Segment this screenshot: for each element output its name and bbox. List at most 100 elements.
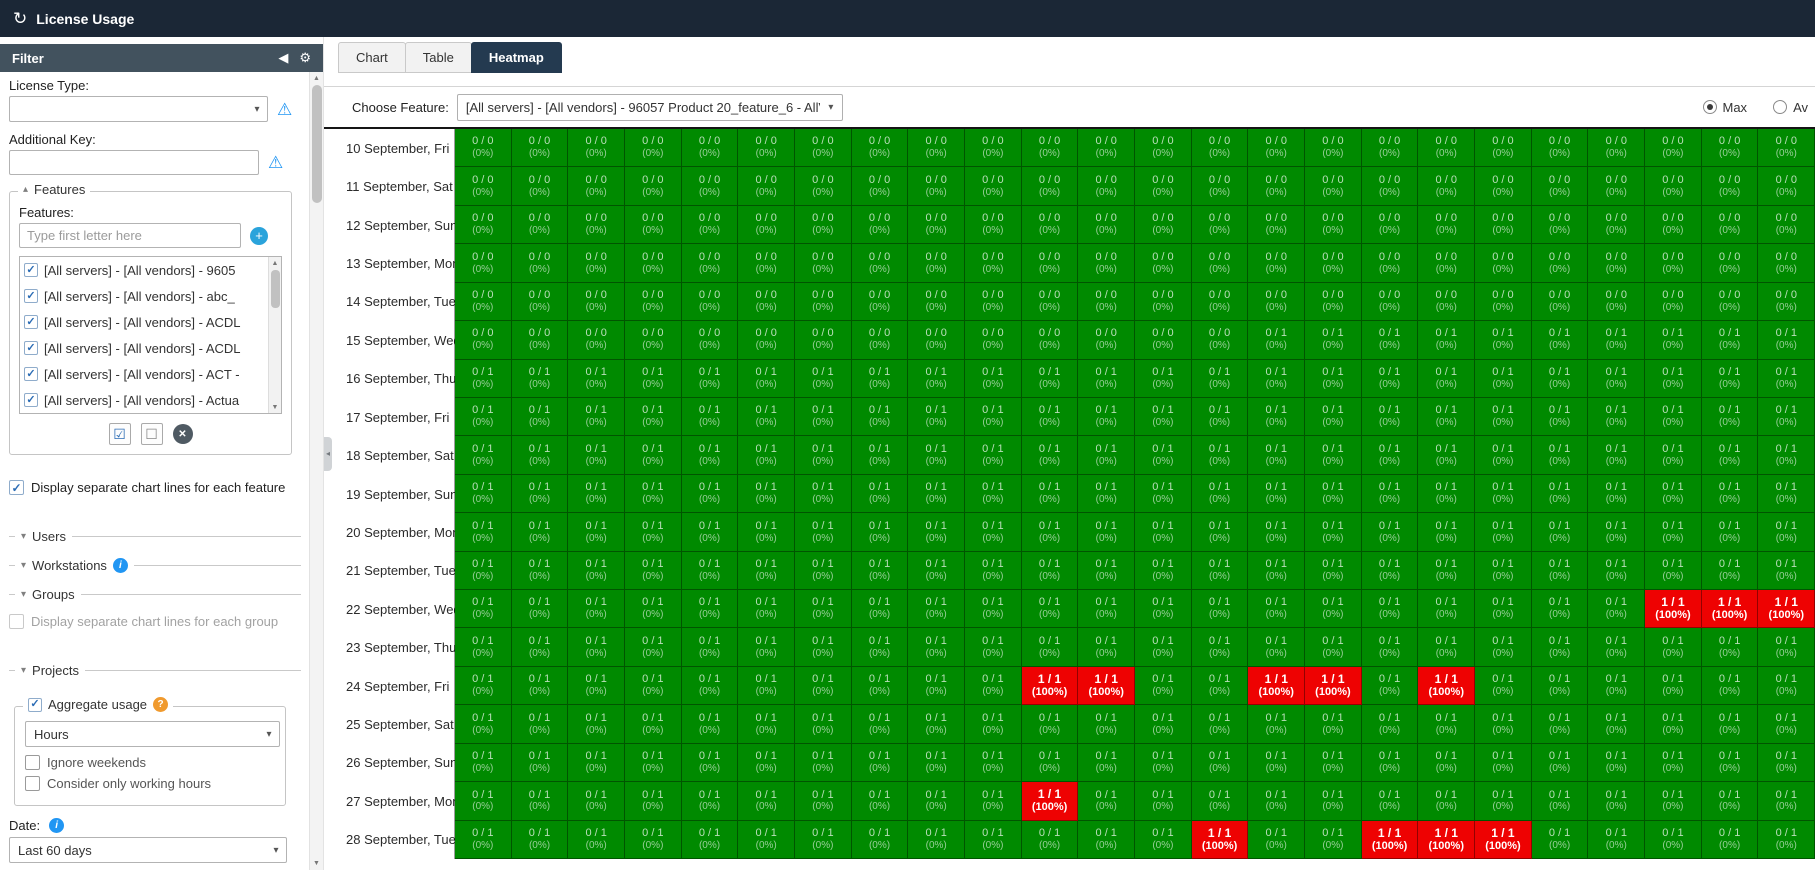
heatmap-cell[interactable]: 0 / 1(0%) <box>1475 590 1532 628</box>
feature-item-checkbox[interactable]: ✓ <box>24 367 38 381</box>
heatmap-cell[interactable]: 0 / 1(0%) <box>1475 705 1532 743</box>
heatmap-cell[interactable]: 0 / 1(0%) <box>1475 667 1532 705</box>
feature-list-item[interactable]: ✓[All servers] - [All vendors] - 9605 <box>20 257 268 283</box>
heatmap-cell[interactable]: 0 / 0(0%) <box>738 206 795 244</box>
heatmap-cell[interactable]: 0 / 1(0%) <box>682 744 739 782</box>
heatmap-cell[interactable]: 0 / 1(0%) <box>1135 552 1192 590</box>
heatmap-cell[interactable]: 0 / 1(0%) <box>1248 628 1305 666</box>
aggregate-usage-checkbox[interactable]: ✓ <box>28 698 42 712</box>
heatmap-cell[interactable]: 0 / 0(0%) <box>795 167 852 205</box>
heatmap-cell[interactable]: 0 / 0(0%) <box>1248 206 1305 244</box>
heatmap-cell[interactable]: 0 / 1(0%) <box>1135 628 1192 666</box>
heatmap-cell[interactable]: 0 / 1(0%) <box>568 705 625 743</box>
heatmap-cell[interactable]: 0 / 0(0%) <box>1078 283 1135 321</box>
heatmap-cell[interactable]: 0 / 1(0%) <box>455 705 512 743</box>
heatmap-cell[interactable]: 0 / 0(0%) <box>795 129 852 167</box>
heatmap-cell[interactable]: 0 / 1(0%) <box>1758 705 1815 743</box>
heatmap-cell[interactable]: 0 / 0(0%) <box>455 206 512 244</box>
settings-gear-icon[interactable]: ⚙ <box>299 50 311 66</box>
heatmap-cell[interactable]: 0 / 1(0%) <box>568 436 625 474</box>
heatmap-cell[interactable]: 0 / 0(0%) <box>1135 206 1192 244</box>
heatmap-cell[interactable]: 0 / 1(0%) <box>1532 321 1589 359</box>
feature-list-item[interactable]: ✓[All servers] - [All vendors] - abc_ <box>20 283 268 309</box>
heatmap-cell[interactable]: 0 / 1(0%) <box>738 821 795 859</box>
heatmap-cell[interactable]: 0 / 0(0%) <box>1645 244 1702 282</box>
heatmap-cell[interactable]: 0 / 0(0%) <box>1248 129 1305 167</box>
feature-list-item[interactable]: ✓[All servers] - [All vendors] - ACDL <box>20 335 268 361</box>
select-all-button[interactable]: ☑ <box>109 423 131 445</box>
heatmap-cell[interactable]: 0 / 1(0%) <box>1362 628 1419 666</box>
section-projects[interactable]: ▾ Projects <box>9 660 309 680</box>
heatmap-cell[interactable]: 0 / 1(0%) <box>1588 782 1645 820</box>
heatmap-cell[interactable]: 0 / 1(0%) <box>1645 360 1702 398</box>
working-hours-checkbox[interactable] <box>25 776 40 791</box>
heatmap-cell[interactable]: 0 / 1(0%) <box>625 513 682 551</box>
heatmap-cell[interactable]: 0 / 0(0%) <box>1702 129 1759 167</box>
heatmap-cell[interactable]: 0 / 1(0%) <box>1248 360 1305 398</box>
heatmap-cell[interactable]: 0 / 1(0%) <box>852 513 909 551</box>
feature-item-checkbox[interactable]: ✓ <box>24 263 38 277</box>
heatmap-cell[interactable]: 0 / 1(0%) <box>512 436 569 474</box>
heatmap-cell[interactable]: 0 / 1(0%) <box>1475 360 1532 398</box>
heatmap-cell[interactable]: 0 / 0(0%) <box>568 129 625 167</box>
heatmap-cell[interactable]: 1 / 1(100%) <box>1702 590 1759 628</box>
heatmap-cell[interactable]: 0 / 0(0%) <box>1362 244 1419 282</box>
heatmap-cell[interactable]: 0 / 0(0%) <box>1418 206 1475 244</box>
heatmap-cell[interactable]: 0 / 1(0%) <box>1135 705 1192 743</box>
heatmap-cell[interactable]: 0 / 1(0%) <box>1475 321 1532 359</box>
heatmap-cell[interactable]: 0 / 0(0%) <box>852 129 909 167</box>
heatmap-cell[interactable]: 0 / 1(0%) <box>1022 552 1079 590</box>
heatmap-cell[interactable]: 0 / 0(0%) <box>1022 206 1079 244</box>
heatmap-cell[interactable]: 0 / 0(0%) <box>1418 167 1475 205</box>
feature-list-item[interactable]: ✓[All servers] - [All vendors] - Actua <box>20 387 268 413</box>
heatmap-cell[interactable]: 0 / 1(0%) <box>795 436 852 474</box>
heatmap-cell[interactable]: 0 / 0(0%) <box>1418 129 1475 167</box>
collapse-panel-icon[interactable]: ◀ <box>278 50 288 66</box>
heatmap-cell[interactable]: 0 / 1(0%) <box>908 744 965 782</box>
heatmap-cell[interactable]: 0 / 0(0%) <box>852 167 909 205</box>
heatmap-cell[interactable]: 0 / 1(0%) <box>1135 667 1192 705</box>
heatmap-cell[interactable]: 0 / 0(0%) <box>738 129 795 167</box>
heatmap-cell[interactable]: 0 / 0(0%) <box>1135 283 1192 321</box>
heatmap-cell[interactable]: 0 / 1(0%) <box>852 782 909 820</box>
heatmap-cell[interactable]: 0 / 1(0%) <box>1248 436 1305 474</box>
heatmap-cell[interactable]: 0 / 1(0%) <box>965 821 1022 859</box>
heatmap-cell[interactable]: 0 / 1(0%) <box>455 436 512 474</box>
heatmap-cell[interactable]: 0 / 1(0%) <box>1645 513 1702 551</box>
heatmap-cell[interactable]: 0 / 0(0%) <box>965 167 1022 205</box>
heatmap-cell[interactable]: 0 / 1(0%) <box>1135 590 1192 628</box>
heatmap-cell[interactable]: 0 / 0(0%) <box>1475 244 1532 282</box>
heatmap-cell[interactable]: 1 / 1(100%) <box>1418 667 1475 705</box>
heatmap-cell[interactable]: 0 / 1(0%) <box>682 705 739 743</box>
heatmap-cell[interactable]: 0 / 1(0%) <box>455 782 512 820</box>
scroll-down-icon[interactable]: ▼ <box>310 857 323 870</box>
heatmap-cell[interactable]: 0 / 0(0%) <box>1135 129 1192 167</box>
heatmap-cell[interactable]: 0 / 0(0%) <box>568 167 625 205</box>
heatmap-cell[interactable]: 0 / 1(0%) <box>1135 398 1192 436</box>
heatmap-cell[interactable]: 0 / 1(0%) <box>1078 360 1135 398</box>
heatmap-cell[interactable]: 0 / 0(0%) <box>512 206 569 244</box>
heatmap-cell[interactable]: 0 / 1(0%) <box>1758 821 1815 859</box>
heatmap-cell[interactable]: 0 / 1(0%) <box>965 360 1022 398</box>
feature-list-item[interactable]: ✓[All servers] - [All vendors] - ACT - <box>20 361 268 387</box>
heatmap-cell[interactable]: 0 / 0(0%) <box>1362 206 1419 244</box>
section-users[interactable]: ▾ Users <box>9 526 309 546</box>
heatmap-cell[interactable]: 0 / 1(0%) <box>1702 667 1759 705</box>
heatmap-cell[interactable]: 0 / 1(0%) <box>625 436 682 474</box>
heatmap-cell[interactable]: 0 / 0(0%) <box>568 283 625 321</box>
heatmap-cell[interactable]: 0 / 1(0%) <box>1362 705 1419 743</box>
heatmap-cell[interactable]: 0 / 1(0%) <box>1532 782 1589 820</box>
heatmap-cell[interactable]: 0 / 0(0%) <box>738 321 795 359</box>
scroll-up-icon[interactable]: ▲ <box>310 72 323 85</box>
heatmap-cell[interactable]: 0 / 1(0%) <box>568 475 625 513</box>
heatmap-cell[interactable]: 0 / 1(0%) <box>1702 436 1759 474</box>
heatmap-cell[interactable]: 0 / 1(0%) <box>1645 667 1702 705</box>
heatmap-cell[interactable]: 0 / 1(0%) <box>568 744 625 782</box>
heatmap-cell[interactable]: 0 / 1(0%) <box>625 360 682 398</box>
heatmap-cell[interactable]: 0 / 1(0%) <box>512 628 569 666</box>
heatmap-cell[interactable]: 0 / 1(0%) <box>1305 398 1362 436</box>
heatmap-cell[interactable]: 0 / 1(0%) <box>1248 552 1305 590</box>
heatmap-cell[interactable]: 0 / 1(0%) <box>1362 321 1419 359</box>
heatmap-cell[interactable]: 0 / 1(0%) <box>1532 590 1589 628</box>
heatmap-cell[interactable]: 0 / 1(0%) <box>1192 782 1249 820</box>
